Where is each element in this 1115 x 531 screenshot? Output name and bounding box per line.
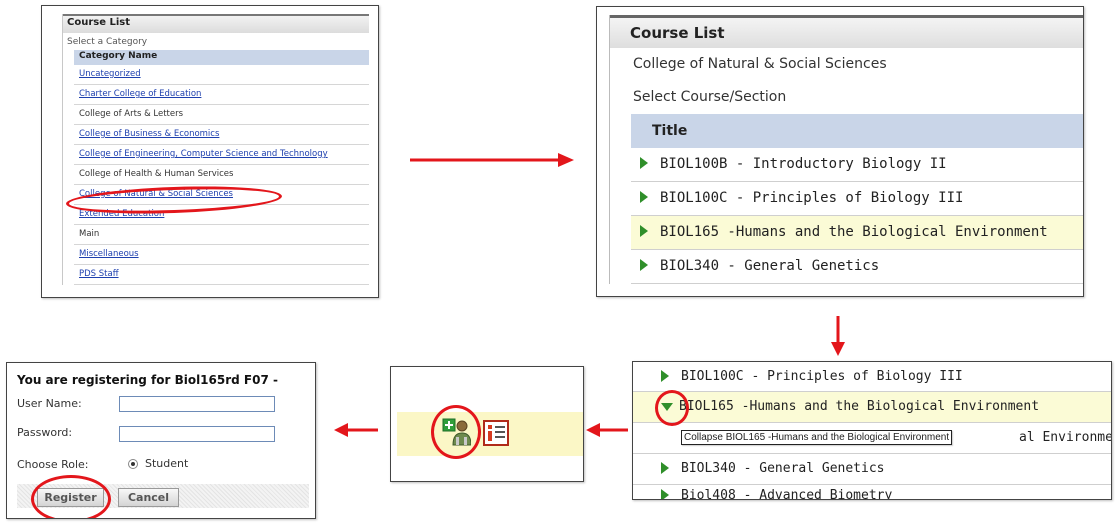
course-row[interactable]: BIOL100C - Principles of Biology III xyxy=(633,362,1111,392)
course-row[interactable]: BIOL340 - General Genetics xyxy=(631,250,1083,284)
category-list-screenshot: Course List Select a Category Category N… xyxy=(41,5,379,298)
expand-icon[interactable] xyxy=(661,369,669,382)
select-category-label: Select a Category xyxy=(67,37,148,47)
category-link[interactable]: College of Health & Human Services xyxy=(74,165,369,185)
category-name-column-header: Category Name xyxy=(74,50,369,65)
course-list-header: Course List xyxy=(63,14,369,33)
expand-icon[interactable] xyxy=(640,157,648,169)
course-title: BIOL340 - General Genetics xyxy=(681,461,885,476)
course-row[interactable]: BIOL100C - Principles of Biology III xyxy=(631,182,1083,216)
category-link[interactable]: College of Engineering, Computer Science… xyxy=(74,145,369,165)
category-link[interactable]: PDS Staff xyxy=(74,265,369,285)
password-label: Password: xyxy=(17,426,73,439)
username-label: User Name: xyxy=(17,397,82,410)
arrow-right-icon xyxy=(410,153,574,167)
course-title: BIOL165 -Humans and the Biological Envir… xyxy=(679,399,1040,414)
collapse-icon[interactable] xyxy=(661,402,673,411)
expand-icon[interactable] xyxy=(661,488,669,499)
college-name: College of Natural & Social Sciences xyxy=(633,56,887,72)
select-course-label: Select Course/Section xyxy=(633,89,787,105)
expand-icon[interactable] xyxy=(640,225,648,237)
category-link[interactable]: College of Arts & Letters xyxy=(74,105,369,125)
category-link[interactable]: College of Business & Economics xyxy=(74,125,369,145)
course-list: Course List College of Natural & Social … xyxy=(609,15,1083,284)
course-title: BIOL340 - General Genetics xyxy=(660,258,880,274)
course-title: BIOL165 -Humans and the Biological Envir… xyxy=(660,224,1048,240)
course-icons-screenshot xyxy=(390,366,584,482)
course-row-biol165[interactable]: BIOL165 -Humans and the Biological Envir… xyxy=(631,216,1083,250)
arrow-left-icon xyxy=(334,423,378,437)
category-link[interactable]: Extended Education xyxy=(74,205,369,225)
username-field[interactable] xyxy=(119,396,275,412)
arrow-left-icon xyxy=(586,423,628,437)
course-title: Biol408 - Advanced Biometry xyxy=(681,488,893,500)
role-label: Choose Role: xyxy=(17,458,89,471)
course-list-screenshot: Course List College of Natural & Social … xyxy=(596,6,1084,297)
student-radio[interactable] xyxy=(128,459,138,469)
title-column-header: Title xyxy=(631,114,1083,148)
course-title: BIOL100B - Introductory Biology II xyxy=(660,156,947,172)
arrow-down-icon xyxy=(831,316,845,356)
course-info-icon[interactable] xyxy=(483,420,509,446)
course-row[interactable]: BIOL100B - Introductory Biology II xyxy=(631,148,1083,182)
category-link[interactable]: Miscellaneous xyxy=(74,245,369,265)
cancel-button[interactable]: Cancel xyxy=(118,488,179,507)
course-title: BIOL100C - Principles of Biology III xyxy=(660,190,964,206)
expand-icon[interactable] xyxy=(640,259,648,271)
course-row[interactable]: BIOL340 - General Genetics xyxy=(633,454,1111,485)
expanded-course-screenshot: BIOL100C - Principles of Biology III BIO… xyxy=(632,361,1112,500)
student-radio-label: Student xyxy=(145,457,189,470)
expand-icon[interactable] xyxy=(661,461,669,474)
category-link[interactable]: Uncategorized xyxy=(74,65,369,85)
course-title: BIOL100C - Principles of Biology III xyxy=(681,369,963,384)
category-link[interactable]: Charter College of Education xyxy=(74,85,369,105)
register-user-icon[interactable] xyxy=(441,417,471,447)
category-list: Course List Select a Category Category N… xyxy=(62,14,369,285)
expand-icon[interactable] xyxy=(640,191,648,203)
registration-title: You are registering for Biol165rd F07 - xyxy=(17,373,278,387)
category-link-natural-social-sciences[interactable]: College of Natural & Social Sciences xyxy=(74,185,369,205)
collapse-tooltip: Collapse BIOL165 -Humans and the Biologi… xyxy=(681,430,953,445)
registration-screenshot: You are registering for Biol165rd F07 - … xyxy=(6,362,316,519)
register-button[interactable]: Register xyxy=(37,488,104,507)
password-field[interactable] xyxy=(119,426,275,442)
section-title: al Environment xyxy=(1019,430,1111,445)
course-row-biol165[interactable]: BIOL165 -Humans and the Biological Envir… xyxy=(633,392,1111,423)
course-list-header: Course List xyxy=(610,15,1083,48)
category-link[interactable]: Main xyxy=(74,225,369,245)
course-row[interactable]: Biol408 - Advanced Biometry xyxy=(633,485,1111,500)
